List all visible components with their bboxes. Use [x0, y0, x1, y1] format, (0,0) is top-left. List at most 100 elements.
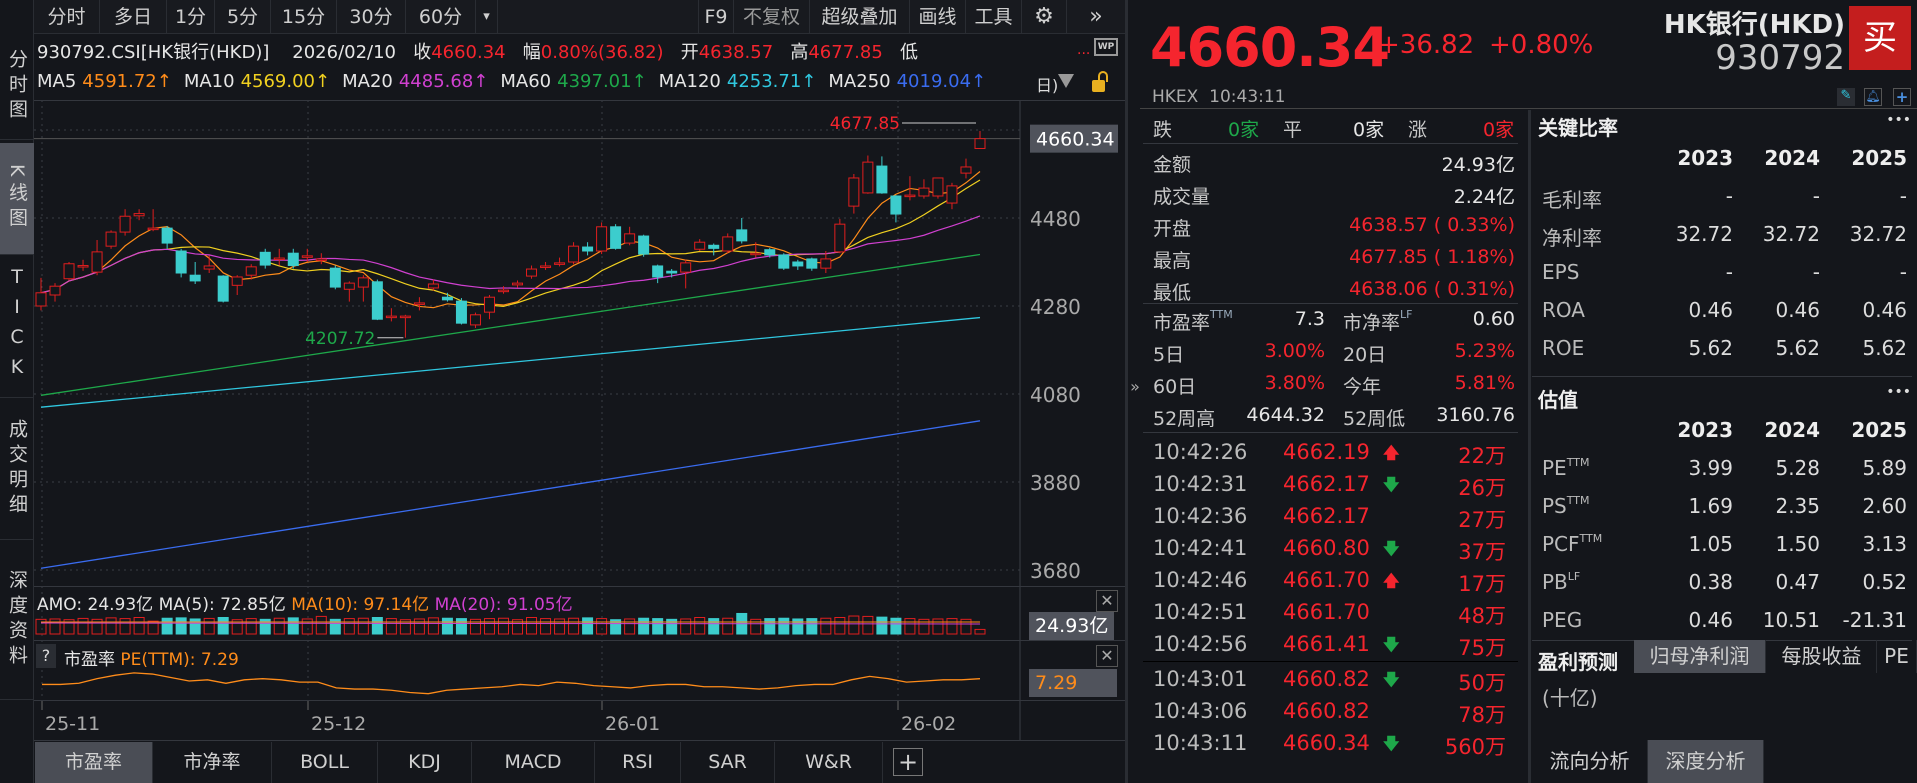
add-watchlist-icon[interactable]: +	[1893, 88, 1911, 106]
alert-bell-icon[interactable]: 🔔︎	[1864, 88, 1882, 106]
high-marker-label: 4677.85	[830, 114, 900, 134]
indicator-tab[interactable]: KDJ	[378, 742, 472, 783]
metric-value: -	[1812, 260, 1820, 284]
stat-value: 2.24亿	[1453, 186, 1515, 208]
tick-time: 10:43:11	[1153, 731, 1248, 755]
candle	[497, 289, 509, 293]
amo-bar	[427, 617, 439, 635]
stat-label-text: 市净率	[1343, 312, 1401, 334]
pe-last-tag: 7.29	[1029, 669, 1117, 697]
tick-price: 4661.41	[1283, 632, 1370, 656]
ma60-line	[40, 253, 981, 396]
valuation-title: 估值	[1538, 388, 1578, 412]
analysis-tab[interactable]: 深度分析	[1648, 740, 1764, 783]
candle	[932, 177, 944, 197]
candle	[203, 265, 215, 270]
stat-label-text: 60日	[1153, 376, 1197, 398]
breadth-flat: 0家	[1353, 119, 1385, 141]
stat-value: 5.81%	[1454, 372, 1515, 394]
candle	[301, 255, 313, 258]
forecast-tab[interactable]: 每股收益	[1767, 640, 1877, 673]
amo-bar	[105, 617, 117, 635]
tick-row: 10:43:11 4660.34 🡇 560万	[1143, 731, 1518, 761]
help-button[interactable]: ?	[36, 644, 56, 668]
amo-bar	[49, 618, 61, 635]
stat-value: 4644.32	[1246, 404, 1325, 426]
stat-label: 开盘	[1153, 218, 1192, 240]
close-amo-icon[interactable]: ✕	[1096, 590, 1118, 612]
tick-row: 10:43:01 4660.82 🡇 50万	[1143, 667, 1518, 697]
x-tick-label: 25-12	[311, 713, 366, 735]
forecast-tab[interactable]: 归母净利润	[1634, 640, 1766, 673]
stat-label: 52周高	[1153, 404, 1215, 431]
amo-bar	[890, 617, 902, 635]
amo-bar	[301, 618, 313, 635]
indicator-tab[interactable]: BOLL	[272, 742, 378, 783]
metric-value: 0.46	[1775, 298, 1820, 322]
metric-value: 10.51	[1762, 608, 1820, 632]
amo-bar	[582, 617, 594, 635]
collapse-panel-icon[interactable]: »	[1128, 372, 1142, 402]
candle	[315, 258, 327, 261]
tick-volume: 26万	[1458, 476, 1506, 500]
candle	[568, 245, 580, 263]
amo-bar	[652, 618, 664, 635]
divider	[1143, 303, 1518, 304]
metric-value: 32.72	[1762, 222, 1820, 246]
tick-price: 4660.34	[1283, 731, 1370, 755]
breadth-down-label: 跌	[1153, 119, 1173, 141]
add-indicator-button[interactable]: +	[893, 748, 923, 776]
tick-row: 10:42:31 4662.17 🡇 26万	[1143, 472, 1518, 502]
candle	[722, 236, 734, 252]
tick-time: 10:43:01	[1153, 667, 1248, 691]
amo-bar	[273, 617, 285, 635]
tick-volume: 75万	[1458, 636, 1506, 660]
pe-line	[42, 672, 981, 695]
tick-volume: 22万	[1458, 444, 1506, 468]
indicator-tab[interactable]: 市盈率	[35, 742, 153, 783]
stat-value: 4638.06 ( 0.31%)	[1349, 278, 1515, 300]
tick-time: 10:42:56	[1153, 632, 1248, 656]
candle	[245, 266, 257, 276]
stat-value: 3.80%	[1264, 372, 1325, 394]
buy-button[interactable]: 买	[1849, 6, 1911, 70]
metric-value: 1.05	[1688, 532, 1733, 556]
indicator-tab[interactable]: RSI	[595, 742, 681, 783]
candle	[189, 274, 201, 282]
metric-value: 32.72	[1675, 222, 1733, 246]
metric-name: 毛利率	[1542, 188, 1602, 212]
divider	[34, 740, 1125, 741]
ratios-more-icon[interactable]: •••	[1886, 112, 1911, 128]
metric-value: 5.62	[1688, 336, 1733, 360]
candle	[469, 314, 481, 326]
forecast-tab[interactable]: PE	[1877, 640, 1917, 673]
low-marker-label: 4207.72	[305, 329, 375, 349]
close-pe-icon[interactable]: ✕	[1096, 645, 1118, 667]
stat-label-text: 今年	[1343, 376, 1382, 398]
amo-bar	[554, 618, 566, 635]
candle	[596, 226, 608, 252]
ma250-line	[40, 420, 981, 569]
arrow-down-icon: 🡇	[1383, 635, 1400, 654]
forecast-unit: (十亿)	[1542, 686, 1598, 710]
indicator-tab[interactable]: 市净率	[153, 742, 272, 783]
year-header: 2024	[1764, 418, 1820, 442]
edit-icon[interactable]: ✎	[1837, 88, 1855, 106]
indicator-tab[interactable]: MACD	[472, 742, 595, 783]
indicator-tab[interactable]: SAR	[681, 742, 775, 783]
tick-price: 4662.17	[1283, 504, 1370, 528]
candle	[638, 235, 650, 255]
amo-bar	[385, 618, 397, 635]
tick-volume: 560万	[1444, 735, 1506, 759]
candle	[974, 138, 986, 149]
candle	[35, 292, 47, 307]
candle	[329, 267, 341, 288]
metric-name: PS	[1542, 494, 1567, 518]
stat-value: 3160.76	[1436, 404, 1515, 426]
divider	[34, 640, 1125, 641]
forecast-title: 盈利预测	[1538, 650, 1618, 674]
indicator-tab[interactable]: W&R	[775, 742, 883, 783]
analysis-tab[interactable]: 流向分析	[1532, 740, 1648, 783]
candle	[918, 187, 930, 197]
valuation-more-icon[interactable]: •••	[1886, 384, 1911, 400]
